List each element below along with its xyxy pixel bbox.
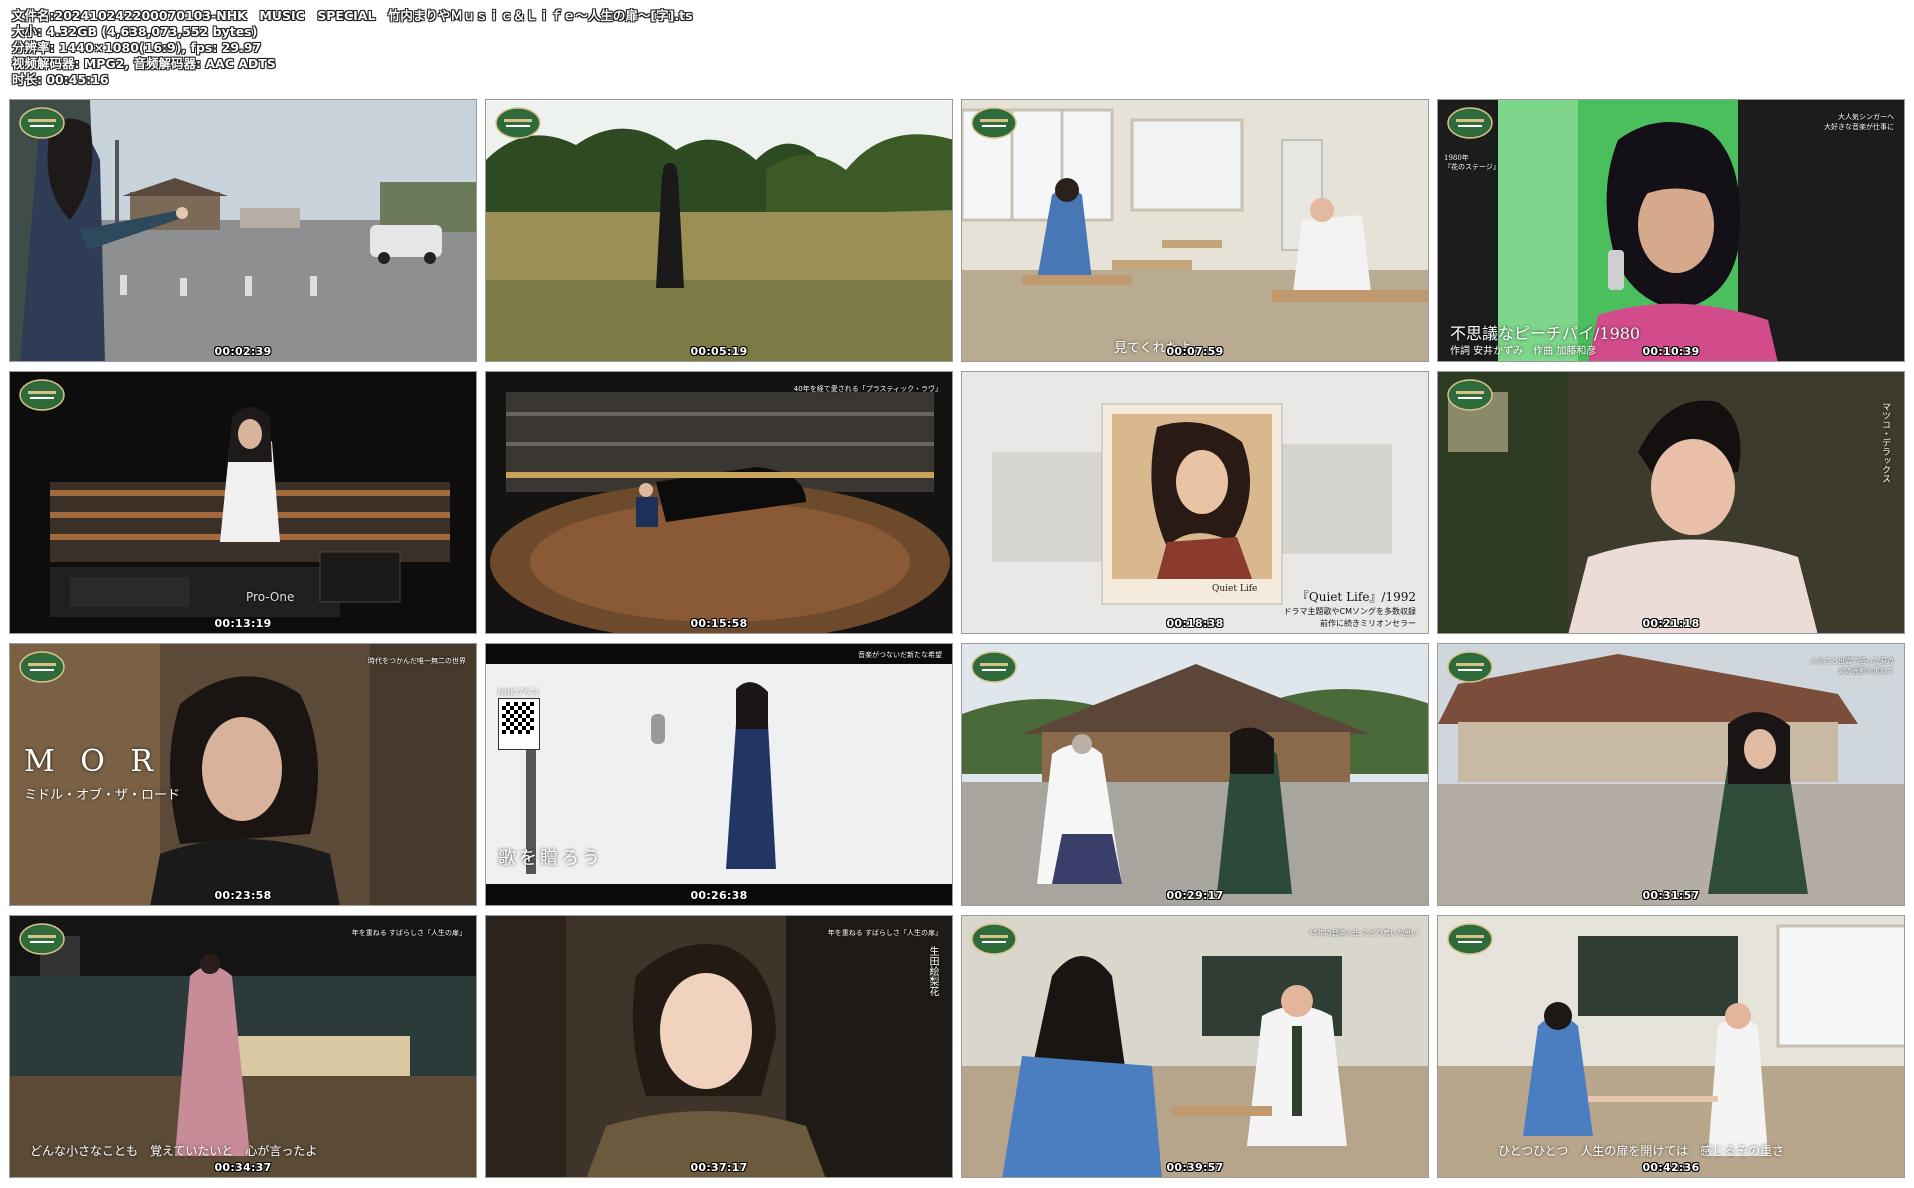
- album-title: 『Quiet Life』/1992: [1296, 590, 1416, 604]
- thumbnail-14[interactable]: 年を重ねる すばらしさ「人生の扉」 生田絵梨花 00:37:17: [485, 915, 953, 1178]
- show-logo-icon: [19, 923, 65, 955]
- timestamp: 00:15:58: [690, 617, 748, 630]
- show-logo-icon: [1447, 107, 1493, 139]
- timestamp: 00:37:17: [690, 1161, 748, 1174]
- thumbnail-6[interactable]: 40年を経て愛される「プラスティック・ラヴ」 00:15:58: [485, 371, 953, 634]
- scene-piano-stage: [486, 372, 952, 633]
- scene-classroom-interview: [962, 100, 1428, 361]
- qr-label: NHKプラス: [498, 688, 540, 697]
- top-note: 大人気シンガーへ 大好きな音楽が仕事に: [1824, 113, 1894, 131]
- song-title: 不思議なピーチパイ/1980: [1450, 324, 1641, 343]
- scene-live-singing: [10, 916, 476, 1177]
- timestamp: 00:10:39: [1642, 345, 1700, 358]
- timestamp: 00:05:19: [690, 345, 748, 358]
- thumbnail-3[interactable]: 見てくれたよ 00:07:59: [961, 99, 1429, 362]
- codec-info: 视频解码器: MPG2, 音频解码器: AAC ADTS: [12, 56, 276, 71]
- guest-name: 生田絵梨花: [927, 946, 938, 996]
- timestamp: 00:21:18: [1642, 617, 1700, 630]
- scene-guest-talk: [1438, 372, 1904, 633]
- thumbnail-16[interactable]: ひとつひとつ 人生の扉を開けては 感じるその重さ 00:42:36: [1437, 915, 1905, 1178]
- show-logo-icon: [19, 107, 65, 139]
- timestamp: 00:42:36: [1642, 1161, 1700, 1174]
- show-logo-icon: [495, 107, 541, 139]
- thumbnail-9[interactable]: 時代をつかんだ唯一無二の世界 M O R ミドル・オブ・ザ・ロード 00:23:…: [9, 643, 477, 906]
- scene-shrine-visit: [962, 644, 1428, 905]
- scene-street-pointing: [10, 100, 476, 361]
- show-logo-icon: [971, 651, 1017, 683]
- album-desc-1: ドラマ主題歌やCMソングを多数収録: [1283, 607, 1417, 616]
- show-logo-icon: [971, 923, 1017, 955]
- show-logo-icon: [971, 107, 1017, 139]
- show-logo-icon: [1447, 651, 1493, 683]
- thumbnail-15[interactable]: 45年の音楽人生 たどり着いた思い 00:39:57: [961, 915, 1429, 1178]
- device-label: Pro-One: [246, 590, 295, 604]
- thumbnail-8[interactable]: マツコ・デラックス 00:21:18: [1437, 371, 1905, 634]
- thumbnail-grid: 00:02:39 00:05:19 見てくれたよ 00:07:59 大人気シンガ…: [9, 99, 1907, 1181]
- show-logo-icon: [19, 379, 65, 411]
- resolution: 分辨率: 1440×1080(16:9), fps: 29.97: [12, 40, 262, 55]
- show-logo-icon: [1447, 923, 1493, 955]
- timestamp: 00:07:59: [1166, 345, 1224, 358]
- song-credit: 作詞 安井かずみ 作曲 加藤和彦: [1450, 346, 1597, 357]
- timestamp: 00:29:17: [1166, 889, 1224, 902]
- thumbnail-10[interactable]: 音楽がつないだ新たな希望 NHKプラス 歌を贈ろう 00:26:38: [485, 643, 953, 906]
- thumbnail-12[interactable]: ふるさと出雲で語った原点 父の面影を重ねて 00:31:57: [1437, 643, 1905, 906]
- guest-name: マツコ・デラックス: [1880, 402, 1890, 483]
- timestamp: 00:18:38: [1166, 617, 1224, 630]
- top-note: 時代をつかんだ唯一無二の世界: [368, 657, 466, 665]
- scene-classroom-handshake: [1438, 916, 1904, 1177]
- lyric: どんな小さなことも 覚えていたいと 心が言ったよ: [30, 1144, 318, 1158]
- scene-classroom-reunion: [962, 916, 1428, 1177]
- lyric: ひとつひとつ 人生の扉を開けては 感じるその重さ: [1498, 1144, 1785, 1158]
- timestamp: 00:02:39: [214, 345, 272, 358]
- timestamp: 00:31:57: [1642, 889, 1700, 902]
- file-info-header: 文件名:20241024220007010​3-NHK MUSIC SPECIA…: [12, 8, 1902, 88]
- album-desc-2: 前作に続きミリオンセラー: [1320, 619, 1416, 628]
- mor-title: M O R: [24, 744, 161, 779]
- thumbnail-2[interactable]: 00:05:19: [485, 99, 953, 362]
- side-note: 1980年 『花のステージ』: [1444, 154, 1500, 171]
- duration: 时长: 00:45:16: [12, 72, 109, 87]
- show-logo-icon: [1447, 379, 1493, 411]
- scene-park-walking: [486, 100, 952, 361]
- mor-subtitle: ミドル・オブ・ザ・ロード: [24, 788, 181, 803]
- timestamp: 00:26:38: [690, 889, 748, 902]
- scene-shrine-walk: [1438, 644, 1904, 905]
- top-note: 年を重ねる すばらしさ「人生の扉」: [827, 929, 942, 937]
- thumbnail-13[interactable]: 年を重ねる すばらしさ「人生の扉」 どんな小さなことも 覚えていたいと 心が言っ…: [9, 915, 477, 1178]
- show-logo-icon: [19, 651, 65, 683]
- lyric: 歌を贈ろう: [498, 848, 603, 869]
- top-note: 40年を経て愛される「プラスティック・ラヴ」: [793, 385, 942, 393]
- timestamp: 00:39:57: [1166, 1161, 1224, 1174]
- top-note: 年を重ねる すばらしさ「人生の扉」: [351, 929, 466, 937]
- qr-code-icon: [498, 698, 540, 750]
- top-note: 音楽がつないだ新たな希望: [858, 651, 942, 659]
- thumbnail-5[interactable]: Pro-One 00:13:19: [9, 371, 477, 634]
- file-size: 大小: 4.32GB (4,638,073,552 bytes): [12, 24, 258, 39]
- thumbnail-4[interactable]: 大人気シンガーへ 大好きな音楽が仕事に 1980年 『花のステージ』 不思議なピ…: [1437, 99, 1905, 362]
- thumbnail-11[interactable]: 00:29:17: [961, 643, 1429, 906]
- file-name: 文件名:20241024220007010​3-NHK MUSIC SPECIA…: [12, 8, 693, 23]
- timestamp: 00:34:37: [214, 1161, 272, 1174]
- cover-text: Quiet Life: [1212, 584, 1258, 594]
- timestamp: 00:13:19: [214, 617, 272, 630]
- top-note: 45年の音楽人生 たどり着いた思い: [1308, 929, 1418, 937]
- thumbnail-7[interactable]: Quiet Life 『Quiet Life』/1992 ドラマ主題歌やCMソン…: [961, 371, 1429, 634]
- timestamp: 00:23:58: [214, 889, 272, 902]
- thumbnail-1[interactable]: 00:02:39: [9, 99, 477, 362]
- scene-guest-portrait: [486, 916, 952, 1177]
- top-note: ふるさと出雲で語った原点 父の面影を重ねて: [1810, 657, 1894, 675]
- scene-synth-studio: [10, 372, 476, 633]
